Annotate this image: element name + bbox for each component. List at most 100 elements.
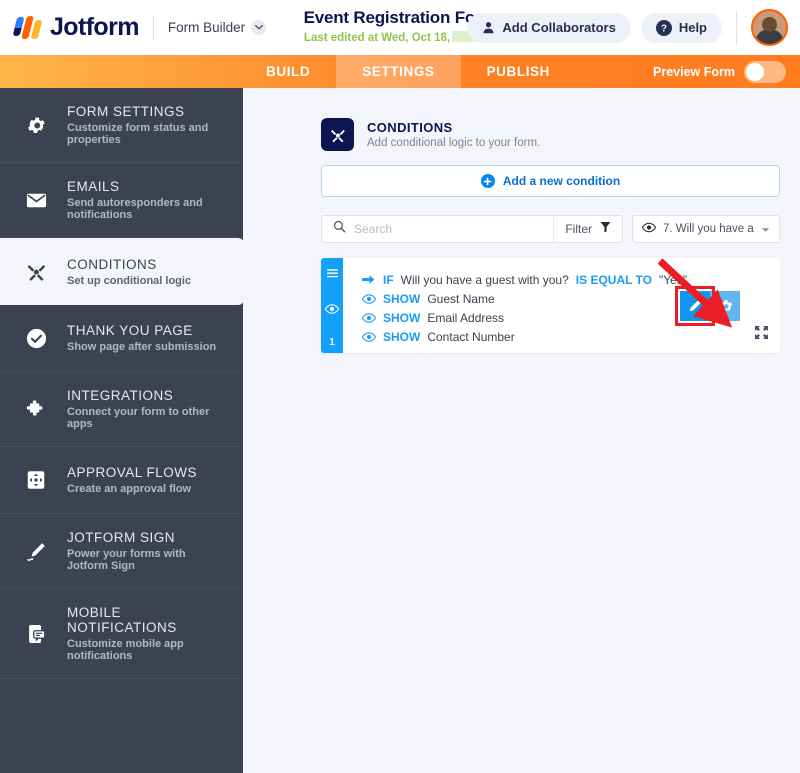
conditions-panel-subtitle: Add conditional logic to your form.: [367, 137, 541, 149]
sidebar-item-subtitle: Customize mobile app notifications: [67, 638, 184, 662]
jotform-form-builder-window: Jotform Form Builder Event Registration …: [0, 0, 800, 773]
mobile-icon: [22, 623, 50, 645]
header-divider-2: [736, 10, 737, 45]
condition-action-line: SHOW Contact Number: [362, 327, 780, 346]
sidebar-item-title: MOBILE NOTIFICATIONS: [67, 605, 177, 635]
sidebar-item-jotform-sign[interactable]: JOTFORM SIGN Power your forms with Jotfo…: [0, 514, 243, 589]
jotform-logo[interactable]: Jotform: [12, 13, 139, 42]
condition-operand: "Yes": [659, 272, 688, 287]
condition-action-keyword: SHOW: [383, 291, 421, 306]
envelope-icon: [22, 189, 50, 212]
conditions-header: CONDITIONS Add conditional logic to your…: [321, 118, 780, 151]
product-selector[interactable]: Form Builder: [167, 20, 267, 35]
jotform-logo-icon: [12, 15, 44, 41]
sidebar-item-title: EMAILS: [67, 179, 120, 194]
sidebar-item-conditions[interactable]: CONDITIONS Set up conditional logic: [0, 238, 244, 305]
sidebar-item-title: APPROVAL FLOWS: [67, 465, 198, 480]
expand-condition-icon[interactable]: [755, 326, 768, 344]
condition-card-actions: [675, 286, 740, 326]
help-label: Help: [678, 20, 707, 35]
tab-build[interactable]: BUILD: [240, 55, 336, 88]
eye-icon: [641, 220, 657, 238]
search-input[interactable]: [354, 222, 554, 236]
sidebar-item-subtitle: Create an approval flow: [67, 483, 192, 495]
condition-action-target: Contact Number: [427, 329, 515, 344]
eye-icon: [362, 331, 376, 342]
tab-publish[interactable]: PUBLISH: [461, 55, 576, 88]
sidebar-item-title: INTEGRATIONS: [67, 388, 174, 403]
add-collaborators-button[interactable]: Add Collaborators: [467, 12, 631, 43]
sidebar-item-approval-flows[interactable]: APPROVAL FLOWS Create an approval flow: [0, 447, 243, 514]
sidebar-item-mobile-notifications[interactable]: MOBILE NOTIFICATIONS Customize mobile ap…: [0, 589, 243, 679]
sidebar-item-title: JOTFORM SIGN: [67, 530, 175, 545]
builder-navbar: BUILD SETTINGS PUBLISH Preview Form: [0, 55, 800, 88]
preview-form-label: Preview Form: [653, 64, 735, 79]
help-button[interactable]: ? Help: [640, 12, 722, 43]
sidebar-item-title: CONDITIONS: [67, 256, 157, 272]
field-filter-select[interactable]: 7. Will you have a gu: [632, 215, 780, 243]
avatar[interactable]: [751, 9, 788, 46]
header-actions: Add Collaborators ? Help: [467, 0, 800, 55]
condition-if-keyword: IF: [383, 272, 394, 287]
search-box: Filter: [321, 215, 623, 243]
chevron-down-icon: [251, 20, 267, 35]
field-filter-value: 7. Will you have a gu: [663, 223, 754, 235]
chevron-down-icon: [761, 220, 770, 238]
conditions-filter-row: Filter 7. Will you have a gu: [321, 215, 780, 243]
condition-settings-button[interactable]: [710, 291, 740, 321]
svg-text:?: ?: [661, 23, 667, 34]
check-circle-icon: [22, 327, 50, 350]
avatar-head: [762, 17, 777, 32]
sidebar-item-title: FORM SETTINGS: [67, 104, 185, 119]
sidebar-item-integrations[interactable]: INTEGRATIONS Connect your form to other …: [0, 372, 243, 447]
sidebar-item-subtitle: Send autoresponders and notifications: [67, 197, 203, 221]
plus-icon: [480, 174, 495, 188]
conditions-panel-title: CONDITIONS: [367, 120, 453, 135]
conditions-icon: [22, 260, 50, 283]
add-collaborators-label: Add Collaborators: [502, 20, 616, 35]
sidebar-item-subtitle: Customize form status and properties: [67, 122, 209, 146]
drag-handle-icon[interactable]: [326, 265, 338, 283]
help-question-icon: ?: [655, 19, 672, 36]
edit-condition-button[interactable]: [675, 286, 715, 326]
condition-number: 1: [329, 337, 335, 348]
settings-sidebar: FORM SETTINGS Customize form status and …: [0, 88, 244, 773]
navbar-spacer: [0, 55, 240, 88]
search-icon: [333, 220, 346, 238]
condition-card-strip: 1: [321, 258, 343, 353]
search-field[interactable]: [322, 216, 554, 242]
sidebar-item-subtitle: Connect your form to other apps: [67, 406, 210, 430]
toggle-visibility-icon[interactable]: [324, 301, 340, 319]
condition-if-field: Will you have a guest with you?: [400, 272, 569, 287]
header-divider: [152, 16, 154, 39]
add-new-condition-button[interactable]: Add a new condition: [321, 165, 780, 197]
sidebar-item-subtitle: Show page after submission: [67, 341, 217, 353]
tab-settings[interactable]: SETTINGS: [336, 55, 461, 88]
preview-form-toggle[interactable]: [744, 60, 786, 83]
sidebar-item-thank-you-page[interactable]: THANK YOU PAGE Show page after submissio…: [0, 305, 243, 372]
sidebar-item-subtitle: Set up conditional logic: [67, 274, 192, 287]
person-icon: [482, 21, 495, 34]
filter-label: Filter: [565, 222, 592, 236]
sidebar-item-subtitle: Power your forms with Jotform Sign: [67, 548, 186, 572]
filter-button[interactable]: Filter: [553, 216, 622, 242]
arrow-right-icon: [362, 274, 376, 285]
sidebar-item-form-settings[interactable]: FORM SETTINGS Customize form status and …: [0, 88, 243, 163]
funnel-icon: [600, 220, 611, 238]
condition-if-line: IF Will you have a guest with you? IS EQ…: [362, 270, 780, 289]
eye-icon: [362, 293, 376, 304]
pen-icon: [22, 540, 50, 563]
eye-icon: [362, 312, 376, 323]
last-edited-text: Last edited at Wed, Oct 18,: [303, 32, 451, 44]
condition-action-keyword: SHOW: [383, 329, 421, 344]
conditions-icon: [321, 118, 354, 151]
condition-action-target: Guest Name: [427, 291, 495, 306]
gear-icon: [22, 115, 50, 136]
approval-icon: [22, 469, 50, 491]
add-new-condition-label: Add a new condition: [502, 174, 621, 188]
conditions-panel: CONDITIONS Add conditional logic to your…: [243, 88, 800, 773]
sidebar-item-emails[interactable]: EMAILS Send autoresponders and notificat…: [0, 163, 243, 238]
product-selector-label: Form Builder: [167, 20, 246, 35]
puzzle-icon: [22, 398, 50, 421]
sidebar-item-title: THANK YOU PAGE: [67, 323, 193, 338]
